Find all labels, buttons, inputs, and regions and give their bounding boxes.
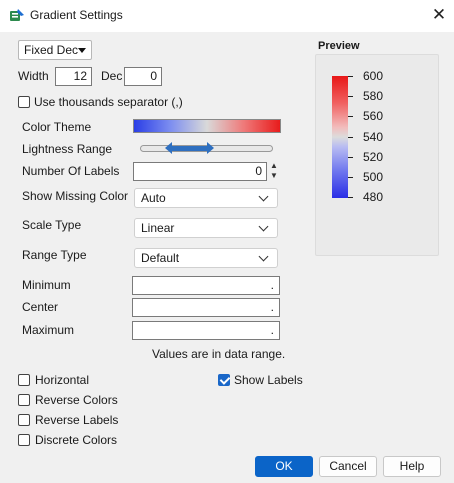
show-labels-label: Show Labels <box>234 373 303 387</box>
window-title: Gradient Settings <box>30 8 123 22</box>
show-missing-color-value: Auto <box>141 191 166 205</box>
lightness-range-fill <box>172 146 208 151</box>
center-label: Center <box>22 300 59 314</box>
chevron-down-icon <box>258 251 269 262</box>
dropdown-arrow-icon <box>78 48 86 53</box>
width-input[interactable]: 12 <box>55 67 92 86</box>
thousands-separator-label: Use thousands separator (,) <box>34 95 183 109</box>
legend-tick <box>348 96 353 97</box>
scale-type-dropdown[interactable]: Linear <box>134 218 278 238</box>
show-missing-color-dropdown[interactable]: Auto <box>134 188 278 208</box>
gradient-settings-icon <box>9 8 25 24</box>
lightness-range-label: Lightness Range <box>22 142 113 156</box>
scale-type-label: Scale Type <box>22 218 82 232</box>
dec-label: Dec <box>101 69 123 83</box>
legend-tick <box>348 76 353 77</box>
legend-tick <box>348 137 353 138</box>
show-missing-color-label: Show Missing Color <box>22 189 129 203</box>
spin-down-icon[interactable]: ▼ <box>270 172 278 180</box>
lightness-left-handle[interactable] <box>165 142 172 154</box>
color-theme-gradient[interactable] <box>133 119 281 133</box>
close-icon[interactable]: ✕ <box>428 4 450 26</box>
reverse-colors-checkbox[interactable] <box>18 394 30 406</box>
spin-up-icon[interactable]: ▲ <box>270 162 278 170</box>
lightness-right-handle[interactable] <box>207 142 214 154</box>
format-dropdown[interactable]: Fixed Dec <box>18 40 92 60</box>
maximum-label: Maximum <box>22 323 75 337</box>
dec-input[interactable]: 0 <box>124 67 162 86</box>
maximum-input[interactable]: . <box>132 321 280 340</box>
thousands-separator-checkbox[interactable] <box>18 96 30 108</box>
width-label: Width <box>18 69 49 83</box>
cancel-button[interactable]: Cancel <box>319 456 377 477</box>
legend-tick <box>348 177 353 178</box>
reverse-labels-label: Reverse Labels <box>35 413 119 427</box>
range-type-label: Range Type <box>22 248 87 262</box>
preview-legend-bar <box>332 76 348 198</box>
range-type-value: Default <box>141 251 180 265</box>
chevron-down-icon <box>258 191 269 202</box>
legend-tick-label: 500 <box>363 170 384 184</box>
minimum-label: Minimum <box>22 278 71 292</box>
scale-type-value: Linear <box>141 221 175 235</box>
chevron-down-icon <box>258 221 269 232</box>
range-type-dropdown[interactable]: Default <box>134 248 278 268</box>
show-labels-checkbox[interactable] <box>218 374 230 386</box>
legend-tick-label: 560 <box>363 109 384 123</box>
discrete-colors-checkbox[interactable] <box>18 434 30 446</box>
legend-tick <box>348 197 353 198</box>
reverse-labels-checkbox[interactable] <box>18 414 30 426</box>
legend-tick-label: 520 <box>363 150 384 164</box>
minimum-input[interactable]: . <box>132 276 280 295</box>
center-input[interactable]: . <box>132 298 280 317</box>
legend-tick-label: 580 <box>363 89 384 103</box>
legend-tick <box>348 157 353 158</box>
reverse-colors-label: Reverse Colors <box>35 393 118 407</box>
number-of-labels-label: Number Of Labels <box>22 164 120 178</box>
legend-tick-label: 540 <box>363 130 384 144</box>
range-note: Values are in data range. <box>152 347 286 361</box>
ok-button[interactable]: OK <box>255 456 313 477</box>
color-theme-label: Color Theme <box>22 120 92 134</box>
format-dropdown-value: Fixed Dec <box>24 43 79 57</box>
horizontal-label: Horizontal <box>35 373 90 387</box>
legend-tick <box>348 116 353 117</box>
horizontal-checkbox[interactable] <box>18 374 30 386</box>
discrete-colors-label: Discrete Colors <box>35 433 118 447</box>
number-of-labels-input[interactable]: 0 <box>133 162 267 181</box>
help-button[interactable]: Help <box>383 456 441 477</box>
legend-tick-label: 480 <box>363 190 384 204</box>
legend-tick-label: 600 <box>363 69 384 83</box>
preview-title: Preview <box>318 40 360 52</box>
